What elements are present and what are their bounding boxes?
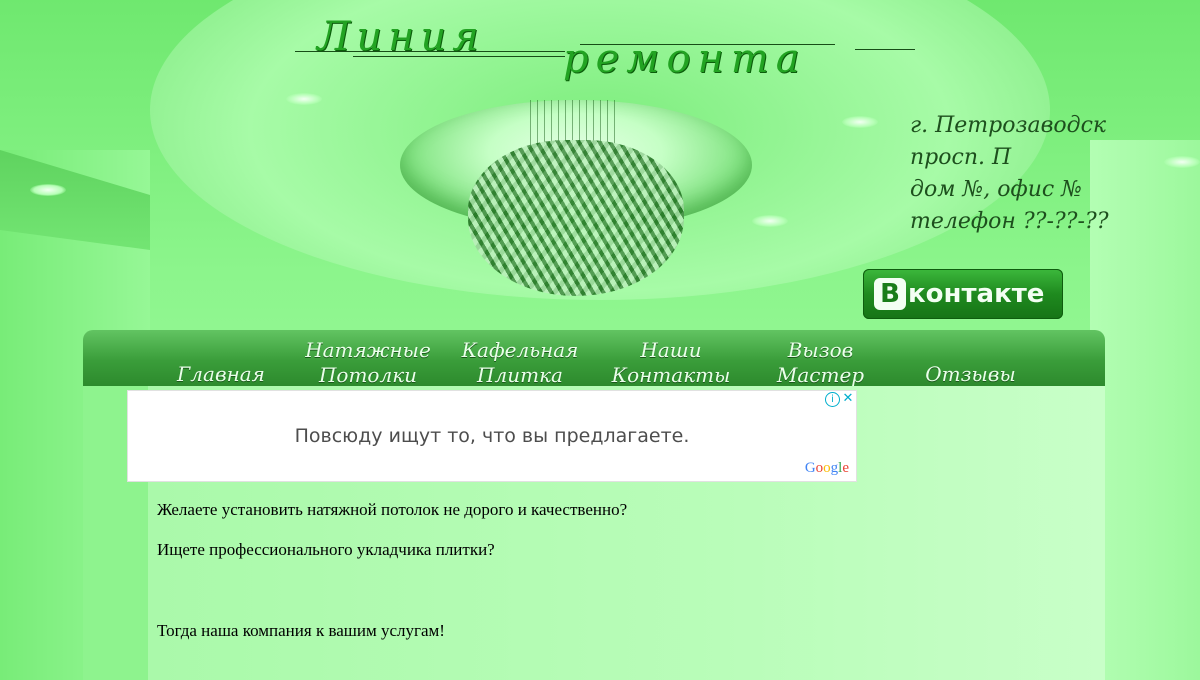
chandelier-strings	[530, 100, 620, 145]
address-city: г. Петрозаводск	[910, 113, 1107, 138]
ceiling-spotlight	[286, 93, 322, 105]
info-icon[interactable]: i	[825, 392, 840, 407]
ad-brand-logo: Google	[804, 460, 849, 476]
main-nav: Главная Натяжные Потолки Кафельная Плитк…	[83, 330, 1105, 388]
ceiling-spotlight	[1164, 156, 1200, 168]
address-phone: телефон ??-??-??	[910, 209, 1109, 234]
content-paragraph: Тогда наша компания к вашим услугам!	[157, 621, 445, 640]
ad-banner[interactable]: i ✕ Повсюду ищут то, что вы предлагаете.…	[127, 390, 857, 482]
address-street: просп. П	[910, 145, 1012, 170]
logo-word-2: ремонта	[563, 36, 807, 82]
close-icon[interactable]: ✕	[841, 392, 855, 406]
vkontakte-button[interactable]: B контакте	[863, 269, 1063, 319]
vkontakte-label: контакте	[908, 279, 1045, 309]
ceiling-spotlight	[752, 215, 788, 227]
nav-item-call-master[interactable]: Вызов Мастер	[763, 338, 878, 388]
logo-rule	[855, 49, 915, 50]
logo-word-1: Линия	[317, 14, 485, 60]
nav-item-stretch-ceilings[interactable]: Натяжные Потолки	[303, 338, 433, 388]
content-paragraph: Ищете профессионального укладчика плитки…	[157, 540, 495, 559]
chandelier-image	[468, 140, 684, 296]
address-house: дом №, офис №	[910, 177, 1082, 202]
nav-item-home[interactable]: Главная	[171, 362, 271, 387]
nav-item-contacts[interactable]: Наши Контакты	[606, 338, 736, 388]
content-paragraph: Желаете установить натяжной потолок не д…	[157, 500, 628, 519]
vk-logo-icon: B	[874, 278, 906, 310]
nav-item-tiles[interactable]: Кафельная Плитка	[455, 338, 585, 388]
site-logo[interactable]: Линия ремонта	[295, 14, 915, 84]
ad-text[interactable]: Повсюду ищут то, что вы предлагаете.	[128, 425, 856, 447]
ceiling-spotlight	[842, 116, 878, 128]
ceiling-spotlight	[30, 184, 66, 196]
nav-item-reviews[interactable]: Отзывы	[913, 362, 1028, 387]
contact-address: г. Петрозаводск просп. П дом №, офис № т…	[910, 110, 1150, 238]
